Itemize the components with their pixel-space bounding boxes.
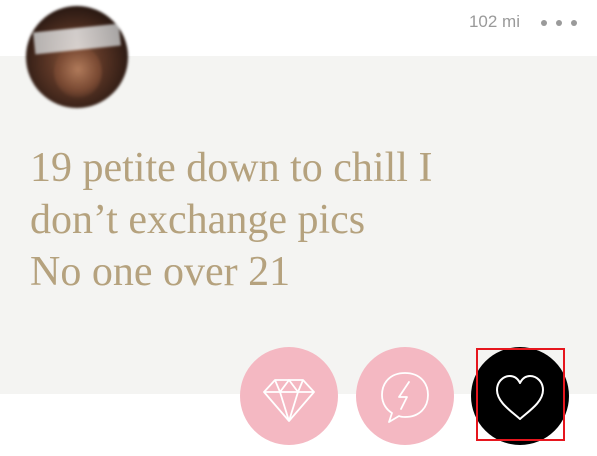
- avatar-censor-bar: [33, 23, 121, 55]
- rose-button[interactable]: [240, 347, 338, 445]
- prompt-line: don’t exchange pics: [30, 197, 366, 243]
- lightning-bubble-icon: [381, 372, 429, 423]
- superlike-button[interactable]: [356, 347, 454, 445]
- heart-icon: [496, 375, 544, 420]
- more-dot-icon: [571, 20, 577, 26]
- avatar-face: [54, 46, 102, 98]
- diamond-icon: [263, 379, 315, 422]
- more-dot-icon: [556, 20, 562, 26]
- more-dot-icon: [541, 20, 547, 26]
- prompt-line: 19 petite down to chill I: [30, 145, 433, 191]
- prompt-line: No one over 21: [30, 249, 291, 295]
- distance-label: 102 mi: [468, 12, 520, 31]
- more-options-button[interactable]: [541, 18, 577, 28]
- prompt-text: 19 petite down to chill I don’t exchange…: [30, 142, 570, 298]
- avatar[interactable]: [26, 6, 128, 108]
- like-button[interactable]: [471, 347, 569, 445]
